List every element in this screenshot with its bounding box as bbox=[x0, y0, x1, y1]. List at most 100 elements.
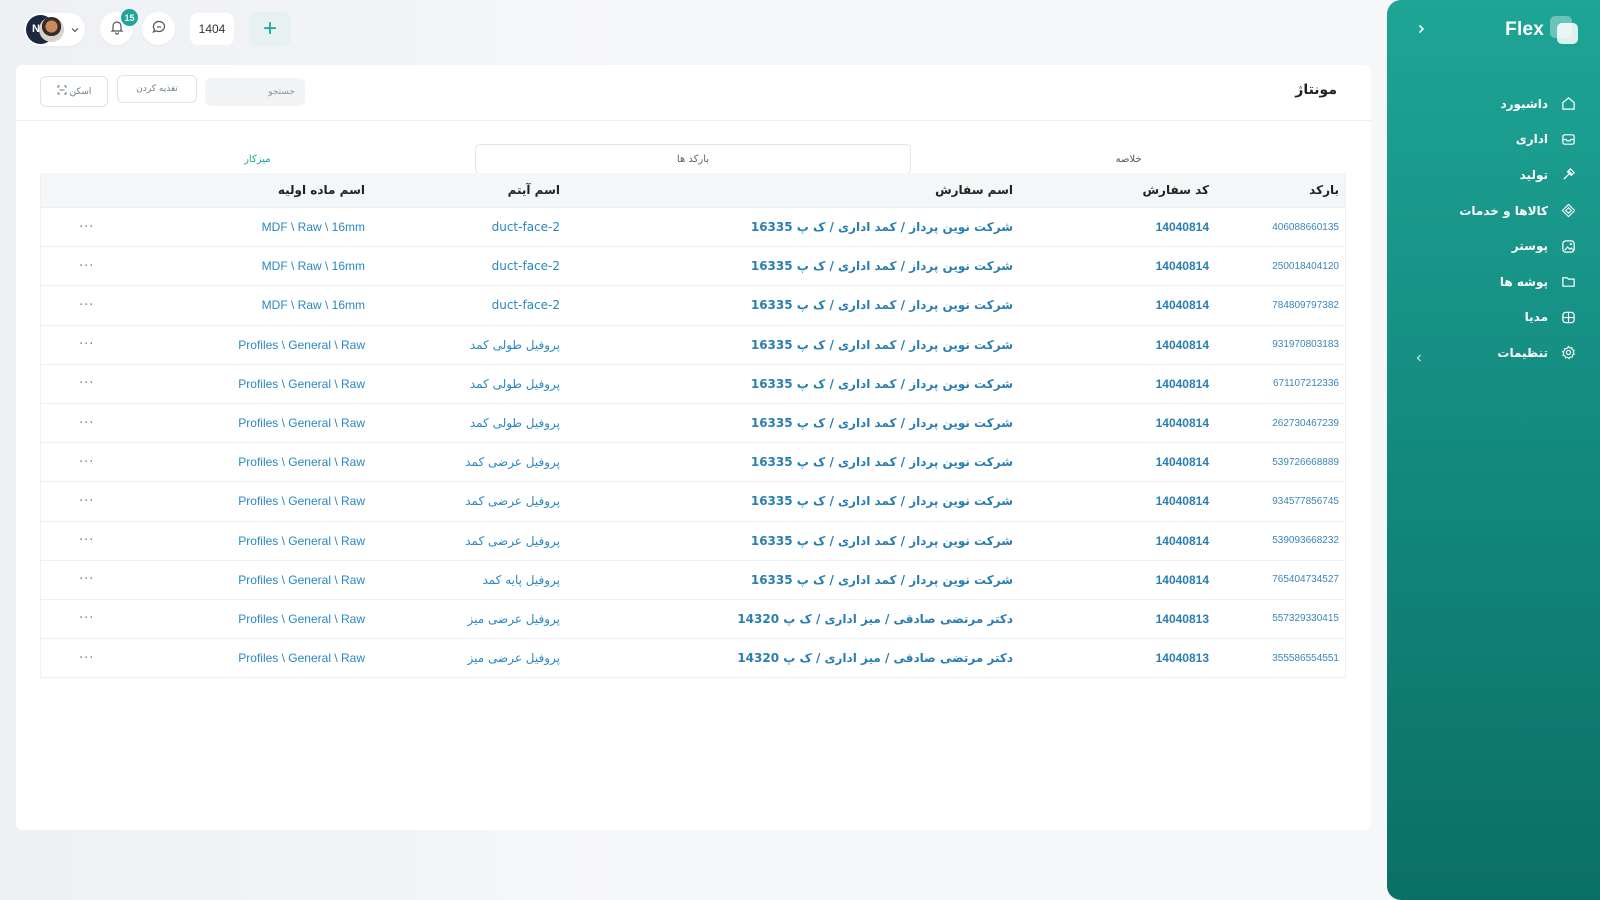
fiscal-year-selector[interactable]: 1404 bbox=[190, 13, 234, 45]
tab-workbench[interactable]: میزکار bbox=[40, 144, 475, 174]
scan-button[interactable]: اسکن bbox=[40, 76, 108, 107]
row-more-button[interactable]: ··· bbox=[79, 600, 94, 638]
order-code-cell[interactable]: 14040814 bbox=[1156, 404, 1209, 442]
order-name-cell[interactable]: شرکت نوین پرداز / کمد اداری / ک پ 16335 bbox=[751, 208, 1013, 246]
add-button[interactable]: + bbox=[249, 12, 291, 46]
item-name-cell[interactable]: پروفیل طولی کمد bbox=[470, 404, 560, 442]
sidebar-item-media[interactable]: مدیا bbox=[1387, 300, 1600, 336]
sidebar-collapse-button[interactable] bbox=[1411, 18, 1431, 38]
item-name-cell[interactable]: پروفیل عرضی میز bbox=[468, 639, 560, 677]
table-row[interactable]: 931970803183 14040814 شرکت نوین پرداز / کم… bbox=[41, 324, 1345, 364]
material-cell[interactable]: MDF \ Raw \ 16mm bbox=[262, 247, 365, 285]
table-row[interactable]: 539726668889 14040814 شرکت نوین پرداز / کم… bbox=[41, 442, 1345, 481]
table-row[interactable]: 784809797382 14040814 شرکت نوین پرداز / کم… bbox=[41, 285, 1345, 324]
sidebar-item-folder[interactable]: پوشه ها bbox=[1387, 264, 1600, 300]
order-code-cell[interactable]: 14040814 bbox=[1156, 326, 1209, 364]
row-more-button[interactable]: ··· bbox=[79, 482, 94, 520]
barcode-cell[interactable]: 262730467239 bbox=[1272, 404, 1339, 442]
tab-summary[interactable]: خلاصه bbox=[911, 144, 1346, 174]
row-more-button[interactable]: ··· bbox=[79, 443, 94, 481]
material-cell[interactable]: Profiles \ General \ Raw bbox=[238, 639, 365, 677]
sidebar-item-image[interactable]: پوستر bbox=[1387, 228, 1600, 264]
barcode-cell[interactable]: 406088660135 bbox=[1272, 208, 1339, 246]
feed-button[interactable]: تغذیه کردن bbox=[117, 75, 197, 103]
table-row[interactable]: 671107212336 14040814 شرکت نوین پرداز / کم… bbox=[41, 363, 1345, 403]
sidebar-item-settings[interactable]: تنظیمات bbox=[1387, 335, 1600, 371]
barcode-cell[interactable]: 250018404120 bbox=[1272, 247, 1339, 285]
barcode-cell[interactable]: 671107212336 bbox=[1273, 365, 1339, 403]
order-name-cell[interactable]: شرکت نوین پرداز / کمد اداری / ک پ 16335 bbox=[751, 404, 1013, 442]
material-cell[interactable]: Profiles \ General \ Raw bbox=[238, 443, 365, 481]
tab-barcodes[interactable]: بارکد ها bbox=[474, 144, 912, 174]
table-row[interactable]: 765404734527 14040814 شرکت نوین پرداز / کم… bbox=[41, 559, 1345, 599]
header-item-name[interactable]: اسم آیتم bbox=[508, 173, 560, 207]
table-row[interactable]: 262730467239 14040814 شرکت نوین پرداز / کم… bbox=[41, 402, 1345, 442]
order-name-cell[interactable]: دکتر مرتضی صادقی / میز اداری / ک پ 14320 bbox=[737, 639, 1013, 677]
item-name-cell[interactable]: پروفیل عرضی کمد bbox=[465, 443, 560, 481]
sidebar-item-tool[interactable]: تولید bbox=[1387, 157, 1600, 193]
order-name-cell[interactable]: شرکت نوین پرداز / کمد اداری / ک پ 16335 bbox=[751, 443, 1013, 481]
table-row[interactable]: 934577856745 14040814 شرکت نوین پرداز / کم… bbox=[41, 481, 1345, 520]
notifications-button[interactable]: 15 bbox=[100, 9, 138, 45]
table-row[interactable]: 539093668232 14040814 شرکت نوین پرداز / کم… bbox=[41, 520, 1345, 560]
header-barcode[interactable]: بارکد bbox=[1309, 173, 1339, 207]
row-more-button[interactable]: ··· bbox=[79, 522, 94, 560]
header-material[interactable]: اسم ماده اولیه bbox=[278, 173, 365, 207]
barcode-cell[interactable]: 934577856745 bbox=[1272, 482, 1339, 520]
item-name-cell[interactable]: duct-face-2 bbox=[492, 286, 560, 324]
barcode-cell[interactable]: 765404734527 bbox=[1272, 561, 1339, 599]
order-code-cell[interactable]: 14040814 bbox=[1156, 482, 1209, 520]
table-row[interactable]: 557329330415 14040813 دکتر مرتضی صادقی / م… bbox=[41, 598, 1345, 638]
row-more-button[interactable]: ··· bbox=[79, 326, 94, 364]
barcode-cell[interactable]: 539093668232 bbox=[1272, 522, 1339, 560]
item-name-cell[interactable]: پروفیل عرضی کمد bbox=[465, 482, 560, 520]
material-cell[interactable]: Profiles \ General \ Raw bbox=[238, 404, 365, 442]
chat-button[interactable] bbox=[142, 12, 175, 45]
order-name-cell[interactable]: شرکت نوین پرداز / کمد اداری / ک پ 16335 bbox=[751, 482, 1013, 520]
table-row[interactable]: 355586554551 14040813 دکتر مرتضی صادقی / م… bbox=[41, 638, 1345, 677]
row-more-button[interactable]: ··· bbox=[79, 247, 94, 285]
item-name-cell[interactable]: پروفیل عرضی کمد bbox=[465, 522, 560, 560]
row-more-button[interactable]: ··· bbox=[79, 639, 94, 677]
row-more-button[interactable]: ··· bbox=[79, 404, 94, 442]
barcode-cell[interactable]: 539726668889 bbox=[1272, 443, 1339, 481]
item-name-cell[interactable]: پروفیل پایه کمد bbox=[482, 561, 560, 599]
item-name-cell[interactable]: پروفیل طولی کمد bbox=[470, 326, 560, 364]
order-name-cell[interactable]: شرکت نوین پرداز / کمد اداری / ک پ 16335 bbox=[751, 326, 1013, 364]
order-name-cell[interactable]: شرکت نوین پرداز / کمد اداری / ک پ 16335 bbox=[751, 286, 1013, 324]
barcode-cell[interactable]: 557329330415 bbox=[1272, 600, 1339, 638]
user-menu[interactable]: N bbox=[24, 12, 85, 46]
sidebar-item-home[interactable]: داشبورد bbox=[1387, 86, 1600, 122]
material-cell[interactable]: Profiles \ General \ Raw bbox=[238, 600, 365, 638]
material-cell[interactable]: Profiles \ General \ Raw bbox=[238, 561, 365, 599]
order-name-cell[interactable]: شرکت نوین پرداز / کمد اداری / ک پ 16335 bbox=[751, 561, 1013, 599]
order-code-cell[interactable]: 14040814 bbox=[1156, 208, 1209, 246]
row-more-button[interactable]: ··· bbox=[79, 208, 94, 246]
order-name-cell[interactable]: شرکت نوین پرداز / کمد اداری / ک پ 16335 bbox=[751, 365, 1013, 403]
search-input[interactable] bbox=[205, 78, 305, 106]
order-code-cell[interactable]: 14040814 bbox=[1156, 247, 1209, 285]
row-more-button[interactable]: ··· bbox=[79, 561, 94, 599]
order-code-cell[interactable]: 14040814 bbox=[1156, 522, 1209, 560]
order-code-cell[interactable]: 14040814 bbox=[1156, 365, 1209, 403]
order-name-cell[interactable]: شرکت نوین پرداز / کمد اداری / ک پ 16335 bbox=[751, 247, 1013, 285]
header-order-name[interactable]: اسم سفارش bbox=[935, 173, 1013, 207]
table-row[interactable]: 406088660135 14040814 شرکت نوین پرداز / کم… bbox=[41, 207, 1345, 246]
item-name-cell[interactable]: duct-face-2 bbox=[492, 247, 560, 285]
order-code-cell[interactable]: 14040814 bbox=[1156, 286, 1209, 324]
material-cell[interactable]: Profiles \ General \ Raw bbox=[238, 482, 365, 520]
material-cell[interactable]: MDF \ Raw \ 16mm bbox=[262, 208, 365, 246]
sidebar-item-inbox[interactable]: اداری bbox=[1387, 122, 1600, 158]
row-more-button[interactable]: ··· bbox=[79, 286, 94, 324]
material-cell[interactable]: Profiles \ General \ Raw bbox=[238, 326, 365, 364]
barcode-cell[interactable]: 355586554551 bbox=[1272, 639, 1339, 677]
header-order-code[interactable]: کد سفارش bbox=[1143, 173, 1210, 207]
material-cell[interactable]: Profiles \ General \ Raw bbox=[238, 365, 365, 403]
order-code-cell[interactable]: 14040813 bbox=[1156, 600, 1209, 638]
material-cell[interactable]: MDF \ Raw \ 16mm bbox=[262, 286, 365, 324]
item-name-cell[interactable]: پروفیل طولی کمد bbox=[470, 365, 560, 403]
item-name-cell[interactable]: duct-face-2 bbox=[492, 208, 560, 246]
sidebar-item-cube[interactable]: کالاها و خدمات bbox=[1387, 193, 1600, 229]
order-name-cell[interactable]: شرکت نوین پرداز / کمد اداری / ک پ 16335 bbox=[751, 522, 1013, 560]
barcode-cell[interactable]: 931970803183 bbox=[1272, 326, 1339, 364]
